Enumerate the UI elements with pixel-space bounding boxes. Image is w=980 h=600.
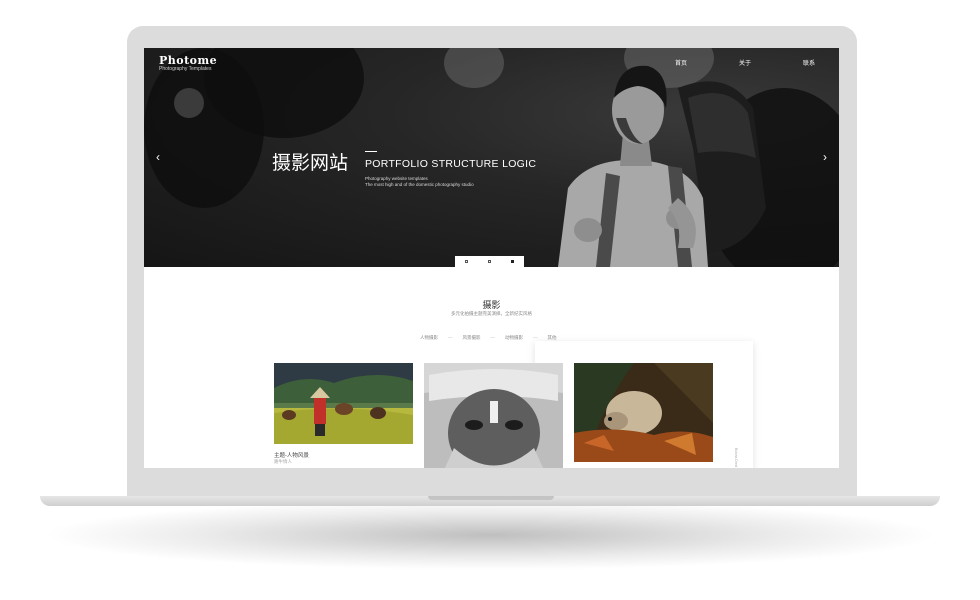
card-side-text: Bolivia Dred xyxy=(734,448,738,467)
nav-item-contact[interactable]: 联系 xyxy=(803,58,815,67)
gallery-caption-sub: 路牛情人 xyxy=(274,459,292,464)
prev-arrow-icon[interactable]: ‹ xyxy=(156,150,160,164)
gallery-photo-field[interactable] xyxy=(274,363,413,444)
filter-animal[interactable]: 动物摄影 xyxy=(505,335,523,341)
hero-desc-2: The most high and of the domestic photog… xyxy=(365,182,474,187)
next-arrow-icon[interactable]: › xyxy=(823,150,827,164)
hero-banner: Photome Photography Templates 首页 关于 联系 ‹… xyxy=(144,48,839,267)
foliage-light xyxy=(444,48,504,88)
gallery-photo-hedgehog[interactable] xyxy=(574,363,713,462)
filter-separator: — xyxy=(490,335,496,340)
gallery-caption-title: 主题-人物风景 xyxy=(274,453,309,459)
top-nav: 首页 关于 联系 xyxy=(675,58,815,67)
filter-landscape[interactable]: 风景摄影 xyxy=(463,335,481,341)
filter-portrait[interactable]: 人物摄影 xyxy=(420,335,438,341)
slider-dot-active[interactable] xyxy=(511,260,514,263)
section-subtitle: 多元化拍摄主题完美演绎，全新纪实风格 xyxy=(451,311,532,316)
slider-pagination xyxy=(455,256,524,267)
section-title: 摄影 xyxy=(482,300,501,310)
gallery-photo-portrait[interactable] xyxy=(424,363,563,468)
foliage-light xyxy=(174,88,204,118)
brand[interactable]: Photome Photography Templates xyxy=(159,54,217,72)
hero-text-block: PORTFOLIO STRUCTURE LOGIC Photography we… xyxy=(365,151,536,188)
hero-dash xyxy=(365,151,377,152)
slider-dot[interactable] xyxy=(465,260,468,263)
laptop-screen: Photome Photography Templates 首页 关于 联系 ‹… xyxy=(144,48,839,468)
hero-title: 摄影网站 xyxy=(272,153,349,174)
hero-subtitle: PORTFOLIO STRUCTURE LOGIC xyxy=(365,158,537,170)
filter-separator: — xyxy=(448,335,453,340)
logo-tagline: Photography Templates xyxy=(159,66,212,72)
laptop-notch xyxy=(428,496,554,500)
slider-dot[interactable] xyxy=(488,260,491,263)
nav-item-home[interactable]: 首页 xyxy=(675,58,687,67)
nav-item-about[interactable]: 关于 xyxy=(739,58,751,67)
laptop-shadow xyxy=(40,500,940,570)
hiker-image xyxy=(558,65,766,267)
